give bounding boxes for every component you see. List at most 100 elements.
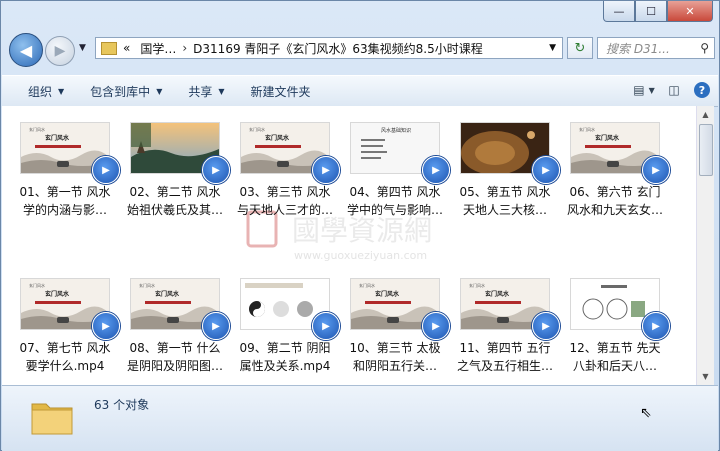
file-name: 01、第一节 风水 学的内涵与影… [14, 183, 116, 219]
close-button[interactable]: ✕ [667, 1, 713, 22]
svg-text:玄门风水: 玄门风水 [359, 282, 375, 288]
navigation-bar: ◀ ▶ ▼ « 国学… › D31169 青阳子《玄门风水》63集视频约8.5小… [7, 31, 715, 71]
svg-text:玄门风水: 玄门风水 [595, 134, 620, 142]
svg-text:玄门风水: 玄门风水 [155, 290, 180, 298]
svg-text:玄门风水: 玄门风水 [249, 126, 265, 132]
file-name-line2: 之气及五行相生… [456, 359, 553, 373]
include-in-library-menu[interactable]: 包含到库中 ▼ [90, 83, 162, 100]
search-icon[interactable]: ⚲ [700, 41, 709, 55]
search-placeholder: 搜索 D31... [606, 41, 670, 56]
file-name-line2: 学中的气与影响… [346, 203, 443, 217]
svg-text:玄门风水: 玄门风水 [485, 290, 510, 298]
file-name-line1: 07、第七节 风水 [19, 341, 111, 355]
file-name-line1: 04、第四节 风水 [349, 185, 441, 199]
file-name: 04、第四节 风水 学中的气与影响… [344, 183, 446, 219]
organize-menu[interactable]: 组织 ▼ [28, 83, 64, 100]
file-name-line1: 05、第五节 风水 [459, 185, 551, 199]
watermark-url: www.guoxueziyuan.com [294, 249, 427, 262]
breadcrumb-current[interactable]: D31169 青阳子《玄门风水》63集视频约8.5小时课程 [193, 40, 483, 57]
video-play-icon: ▶ [642, 312, 670, 340]
file-name-line2: 始祖伏羲氏及其… [126, 203, 223, 217]
refresh-button[interactable]: ↻ [567, 37, 593, 59]
minimize-button[interactable]: — [603, 1, 635, 22]
file-name-line1: 10、第三节 太极 [349, 341, 441, 355]
breadcrumb-parent[interactable]: 国学… [140, 40, 176, 57]
file-name: 08、第一节 什么 是阴阳及阴阳图… [124, 339, 226, 375]
file-name-line2: 属性及关系.mp4 [239, 359, 331, 373]
chevron-down-icon[interactable]: ▼ [549, 43, 556, 53]
mouse-cursor-icon: ⇖ [640, 405, 652, 421]
file-name-line2: 要学什么.mp4 [25, 359, 105, 373]
file-name-line2: 是阴阳及阴阳图… [126, 359, 223, 373]
svg-text:玄门风水: 玄门风水 [29, 126, 45, 132]
video-play-icon: ▶ [642, 156, 670, 184]
recent-pages-dropdown[interactable]: ▼ [79, 43, 86, 53]
back-button[interactable]: ◀ [9, 33, 43, 67]
forward-button[interactable]: ▶ [45, 36, 75, 66]
file-name: 11、第四节 五行 之气及五行相生… [454, 339, 556, 375]
svg-text:玄门风水: 玄门风水 [139, 282, 155, 288]
file-name-line1: 12、第五节 先天 [569, 341, 661, 355]
breadcrumb-separator[interactable]: › [182, 41, 187, 55]
scroll-down-button[interactable]: ▼ [697, 368, 714, 385]
preview-pane-button[interactable]: ◫ [664, 81, 684, 99]
video-play-icon: ▶ [422, 156, 450, 184]
item-count: 63 个对象 [94, 398, 150, 412]
folder-icon [31, 403, 73, 435]
file-name: 05、第五节 风水 天地人三大核… [454, 183, 556, 219]
maximize-button[interactable]: ☐ [635, 1, 667, 22]
share-menu[interactable]: 共享 ▼ [188, 83, 224, 100]
chevron-down-icon: ▼ [58, 86, 65, 96]
preview-pane-icon: ◫ [668, 83, 680, 97]
video-play-icon: ▶ [92, 312, 120, 340]
organize-label: 组织 [28, 84, 53, 99]
change-view-button[interactable]: ▤ ▼ [633, 81, 655, 99]
file-name-line1: 11、第四节 五行 [459, 341, 551, 355]
file-name-line1: 08、第一节 什么 [129, 341, 221, 355]
file-name: 09、第二节 阴阳 属性及关系.mp4 [234, 339, 336, 375]
file-name-line1: 03、第三节 风水 [239, 185, 331, 199]
search-input[interactable]: 搜索 D31... ⚲ [597, 37, 715, 59]
video-play-icon: ▶ [92, 156, 120, 184]
scroll-up-button[interactable]: ▲ [697, 106, 714, 123]
new-folder-button[interactable]: 新建文件夹 [251, 83, 311, 100]
address-overflow[interactable]: « [123, 41, 130, 55]
file-name: 06、第六节 玄门 风水和九天玄女… [564, 183, 666, 219]
share-label: 共享 [188, 84, 213, 99]
file-name: 03、第三节 风水 与天地人三才的… [234, 183, 336, 219]
file-name-line2: 和阴阳五行关… [352, 359, 437, 373]
file-name-line1: 06、第六节 玄门 [569, 185, 661, 199]
details-pane: 63 个对象 [2, 385, 718, 451]
view-icon: ▤ [633, 83, 645, 97]
file-name-line2: 八卦和后天八… [572, 359, 657, 373]
include-library-label: 包含到库中 [90, 84, 151, 99]
chevron-down-icon: ▼ [218, 86, 225, 96]
video-play-icon: ▶ [202, 156, 230, 184]
svg-text:玄门风水: 玄门风水 [579, 126, 595, 132]
help-button[interactable]: ? [694, 82, 710, 98]
file-name-line2: 与天地人三才的… [236, 203, 333, 217]
scroll-thumb[interactable] [699, 124, 713, 176]
file-name: 07、第七节 风水 要学什么.mp4 [14, 339, 116, 375]
folder-icon [101, 41, 117, 55]
arrow-left-icon: ◀ [19, 40, 33, 60]
svg-text:玄门风水: 玄门风水 [45, 290, 70, 298]
address-bar[interactable]: « 国学… › D31169 青阳子《玄门风水》63集视频约8.5小时课程 ▼ [95, 37, 563, 59]
video-play-icon: ▶ [312, 312, 340, 340]
file-name-line2: 天地人三大核… [462, 203, 547, 217]
video-play-icon: ▶ [532, 312, 560, 340]
video-play-icon: ▶ [202, 312, 230, 340]
command-bar: 组织 ▼ 包含到库中 ▼ 共享 ▼ 新建文件夹 ▤ ▼ ◫ ? [2, 75, 718, 107]
file-name: 10、第三节 太极 和阴阳五行关… [344, 339, 446, 375]
help-icon: ? [698, 83, 706, 97]
svg-text:玄门风水: 玄门风水 [375, 290, 400, 298]
file-name: 02、第二节 风水 始祖伏羲氏及其… [124, 183, 226, 219]
file-name-line2: 风水和九天玄女… [566, 203, 663, 217]
file-name-line1: 02、第二节 风水 [129, 185, 221, 199]
chevron-down-icon: ▼ [156, 86, 163, 96]
vertical-scrollbar[interactable]: ▲ ▼ [696, 106, 714, 385]
video-play-icon: ▶ [532, 156, 560, 184]
refresh-icon: ↻ [574, 40, 586, 56]
video-play-icon: ▶ [312, 156, 340, 184]
file-list: 國學資源網 www.guoxueziyuan.com 玄门风水 玄门风水 ▶ 01、第… [2, 106, 696, 385]
